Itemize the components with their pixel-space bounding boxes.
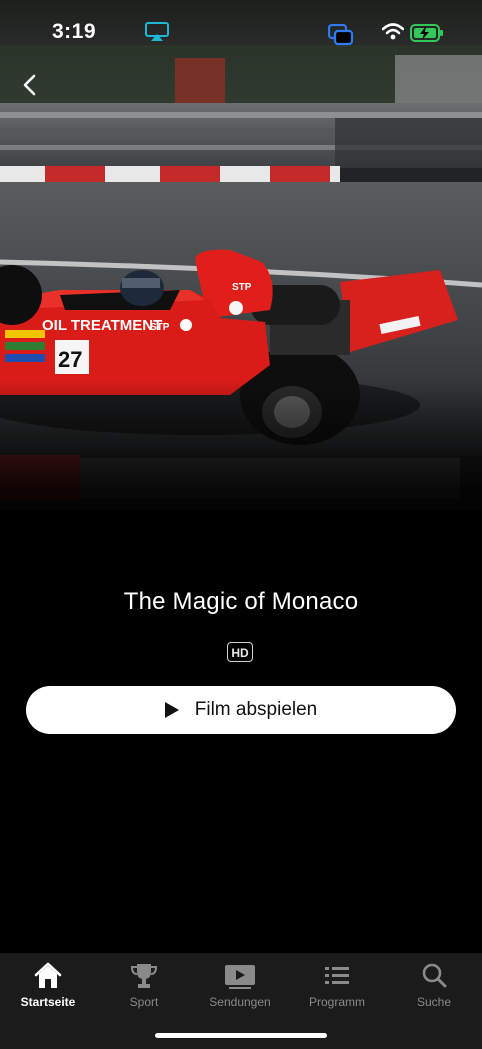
tab-label: Programm (308, 995, 365, 1009)
tab-suche[interactable]: Suche (386, 961, 482, 1009)
screen-mirroring-icon (327, 23, 354, 51)
battery-charging-icon (410, 24, 444, 47)
tab-startseite[interactable]: Startseite (0, 961, 96, 1009)
show-title: The Magic of Monaco (123, 588, 359, 615)
status-time: 3:19 (52, 20, 97, 43)
tab-label: Suche (416, 995, 452, 1009)
tab-sendungen[interactable]: Sendungen (192, 961, 288, 1009)
play-box-icon (225, 965, 255, 989)
play-film-label: Film abspielen (194, 699, 318, 720)
tab-label: Sendungen (209, 995, 271, 1009)
tab-sport[interactable]: Sport (96, 961, 192, 1009)
home-icon (34, 962, 62, 988)
back-button[interactable] (14, 68, 48, 102)
home-indicator[interactable] (155, 1033, 327, 1038)
play-icon (164, 702, 179, 718)
play-film-button[interactable]: Film abspielen (26, 686, 456, 734)
tab-label: Startseite (20, 995, 76, 1009)
list-icon (325, 967, 349, 984)
search-icon (422, 963, 447, 988)
tab-label: Sport (129, 995, 159, 1009)
wifi-icon (381, 23, 405, 45)
hero-image: OIL TREATMENT STP STP 27 (0, 0, 482, 560)
trophy-icon (130, 964, 158, 988)
airplay-icon (145, 22, 169, 47)
chevron-left-icon (23, 74, 36, 96)
car-livery-text: OIL TREATMENT (42, 317, 162, 334)
hd-badge: HD (227, 642, 253, 662)
svg-text:STP: STP (150, 322, 170, 333)
svg-text:STP: STP (232, 282, 252, 293)
status-bar: 3:19 (0, 0, 482, 64)
tab-programm[interactable]: Programm (289, 961, 385, 1009)
car-number: 27 (58, 347, 82, 372)
